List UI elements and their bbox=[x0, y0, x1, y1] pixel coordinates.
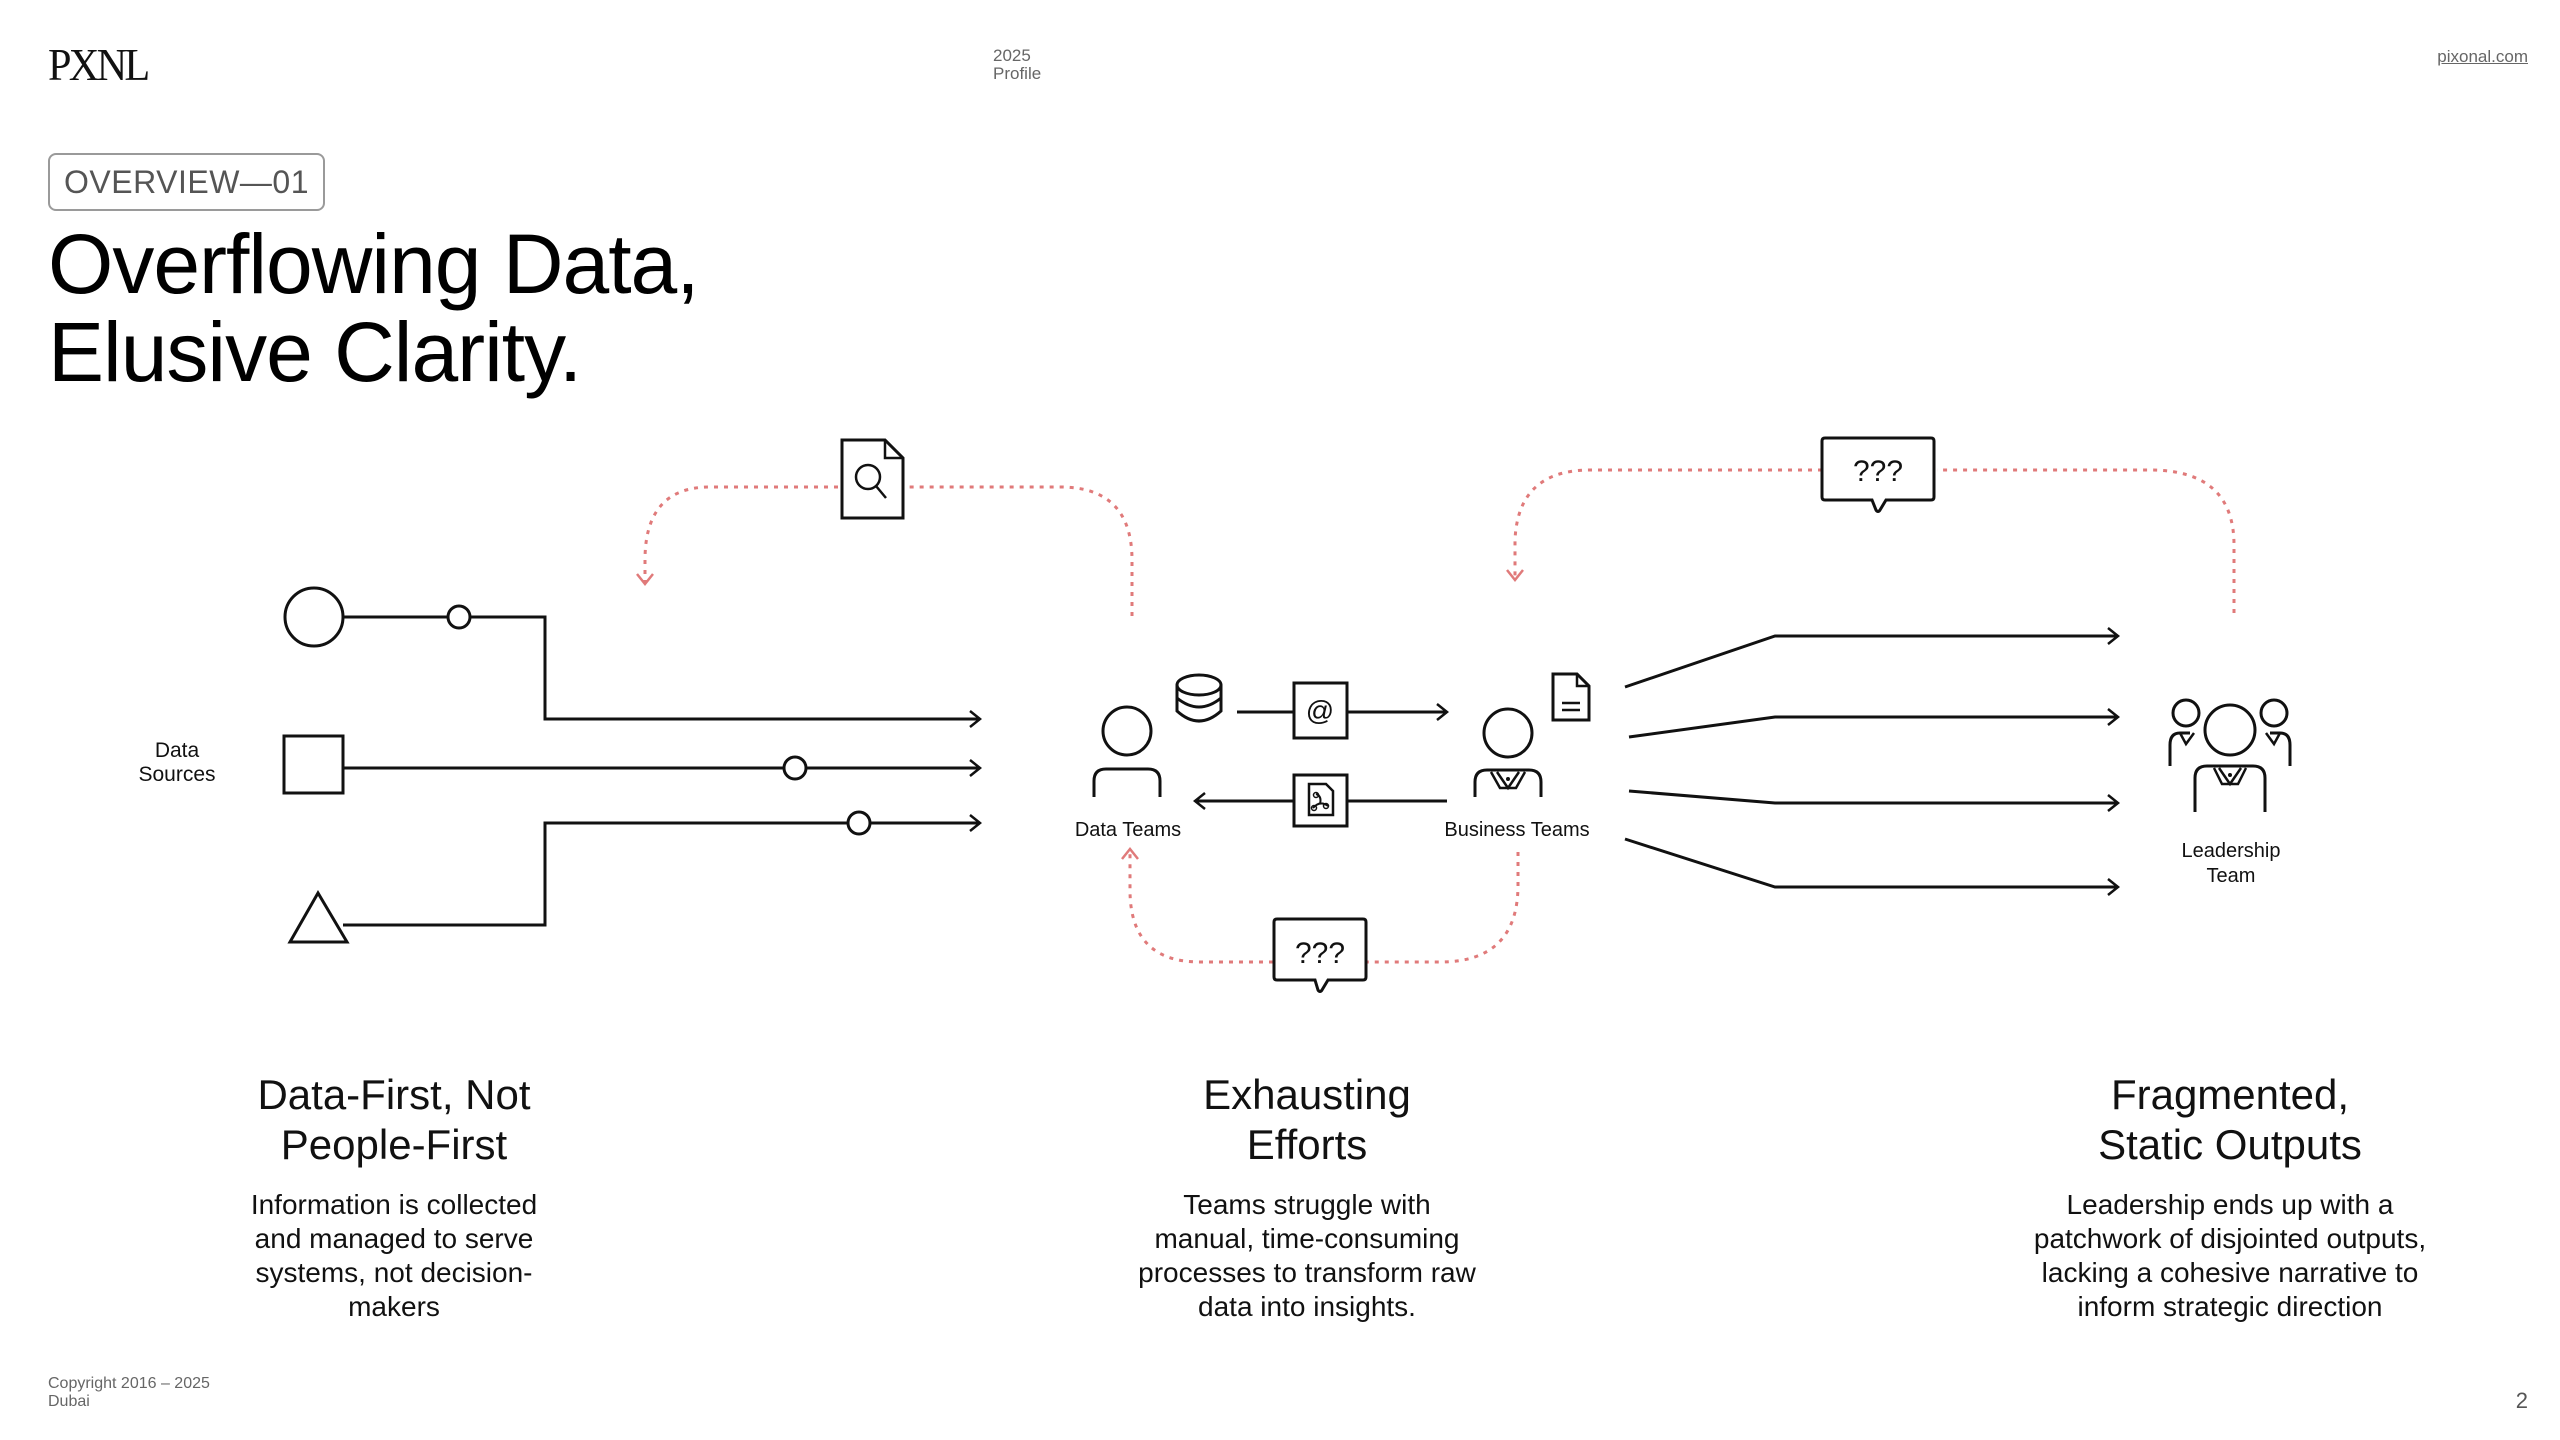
column-body-line: data into insights. bbox=[1198, 1291, 1416, 1322]
flow-node bbox=[782, 755, 808, 781]
feedback-loop-search bbox=[636, 438, 1134, 616]
column-body-line: systems, not decision- bbox=[255, 1257, 533, 1288]
data-sources-group: Data Sources bbox=[138, 586, 980, 944]
column-body: Leadership ends up with a patchwork of d… bbox=[1970, 1188, 2490, 1324]
source-triangle-icon bbox=[287, 890, 350, 944]
column-body-line: lacking a cohesive narrative to bbox=[2041, 1257, 2419, 1288]
source-circle-icon bbox=[283, 586, 345, 648]
column-body-line: and managed to serve bbox=[254, 1223, 534, 1254]
output-line-1 bbox=[1624, 627, 2121, 689]
feedback-loop-line bbox=[1513, 468, 1822, 578]
column-heading-line: Fragmented, bbox=[2110, 1071, 2350, 1118]
question-bubble-text: ??? bbox=[1853, 455, 1903, 488]
feedback-loop-line bbox=[1128, 852, 1273, 964]
column-body: Information is collected and managed to … bbox=[134, 1188, 654, 1324]
flow-node bbox=[446, 604, 472, 630]
pdf-file-box bbox=[1292, 773, 1349, 828]
business-teams-label: Business Teams bbox=[1444, 819, 1589, 841]
team-exchange: @ bbox=[1195, 681, 1447, 828]
output-line-2 bbox=[1628, 708, 2121, 739]
business-person-icon bbox=[1473, 707, 1543, 797]
output-fan-lines bbox=[1624, 627, 2121, 896]
column-body-line: makers bbox=[348, 1291, 440, 1322]
output-line-4 bbox=[1624, 837, 2121, 896]
source-square-icon bbox=[282, 734, 345, 795]
insight-column-exhausting-efforts: Exhausting Efforts Teams struggle with m… bbox=[1047, 1070, 1567, 1324]
business-teams-node: Business Teams bbox=[1444, 672, 1591, 841]
data-teams-node: Data Teams bbox=[1075, 673, 1223, 841]
location-text: Dubai bbox=[48, 1393, 90, 1410]
column-heading: Exhausting Efforts bbox=[1047, 1070, 1567, 1170]
column-body: Teams struggle with manual, time-consumi… bbox=[1047, 1188, 1567, 1324]
feedback-loop-line bbox=[1937, 468, 2236, 613]
at-sign-icon: @ bbox=[1306, 695, 1334, 726]
page-number: 2 bbox=[2515, 1388, 2528, 1413]
column-body-line: Information is collected bbox=[250, 1189, 538, 1220]
document-icon bbox=[1551, 672, 1591, 722]
copyright-text: Copyright 2016 – 2025 bbox=[48, 1375, 210, 1392]
column-body-line: manual, time-consuming bbox=[1154, 1223, 1460, 1254]
column-heading-line: People-First bbox=[280, 1121, 508, 1168]
feedback-loop-line bbox=[1366, 852, 1520, 964]
feedback-loop-line bbox=[643, 485, 838, 582]
feedback-loop-bottom: ??? bbox=[1121, 846, 1520, 993]
source-flow-line-3 bbox=[343, 823, 980, 927]
column-heading-line: Data-First, Not bbox=[257, 1071, 531, 1118]
data-teams-label: Data Teams bbox=[1075, 819, 1181, 841]
data-sources-label-line-1: Data bbox=[155, 739, 200, 762]
insight-column-fragmented-outputs: Fragmented, Static Outputs Leadership en… bbox=[1970, 1070, 2490, 1324]
column-body-line: Leadership ends up with a bbox=[2066, 1189, 2394, 1220]
question-bubble-text: ??? bbox=[1295, 937, 1345, 970]
leadership-label-line-2: Team bbox=[2207, 865, 2256, 887]
column-body-line: patchwork of disjointed outputs, bbox=[2033, 1223, 2427, 1254]
column-body-line: Teams struggle with bbox=[1183, 1189, 1431, 1220]
leadership-label-line-1: Leadership bbox=[2182, 840, 2281, 862]
output-line-3 bbox=[1628, 789, 2121, 812]
leadership-node: Leadership Team bbox=[2168, 698, 2292, 887]
loop-arrowhead-icon bbox=[636, 573, 654, 587]
column-heading: Data-First, Not People-First bbox=[134, 1070, 654, 1170]
data-sources-label-line-2: Sources bbox=[138, 763, 215, 786]
column-heading-line: Efforts bbox=[1246, 1121, 1368, 1168]
column-body-line: processes to transform raw bbox=[1138, 1257, 1476, 1288]
question-bubble: ??? bbox=[1272, 917, 1368, 993]
database-icon bbox=[1175, 673, 1223, 723]
column-heading-line: Exhausting bbox=[1203, 1071, 1411, 1118]
column-heading: Fragmented, Static Outputs bbox=[1970, 1070, 2490, 1170]
person-icon bbox=[1092, 705, 1162, 797]
column-heading-line: Static Outputs bbox=[2098, 1121, 2362, 1168]
source-flow-line-1 bbox=[343, 615, 980, 719]
feedback-loop-line bbox=[900, 485, 1134, 616]
email-box: @ bbox=[1292, 681, 1349, 740]
column-body-line: inform strategic direction bbox=[2077, 1291, 2383, 1322]
footer-info: Copyright 2016 – 2025 Dubai bbox=[48, 1375, 210, 1411]
group-icon bbox=[2168, 698, 2292, 812]
question-bubble: ??? bbox=[1820, 436, 1936, 513]
insight-column-data-first: Data-First, Not People-First Information… bbox=[134, 1070, 654, 1324]
feedback-loop-leadership: ??? bbox=[1506, 436, 2236, 613]
document-search-icon bbox=[840, 438, 905, 520]
flow-node bbox=[846, 810, 872, 836]
